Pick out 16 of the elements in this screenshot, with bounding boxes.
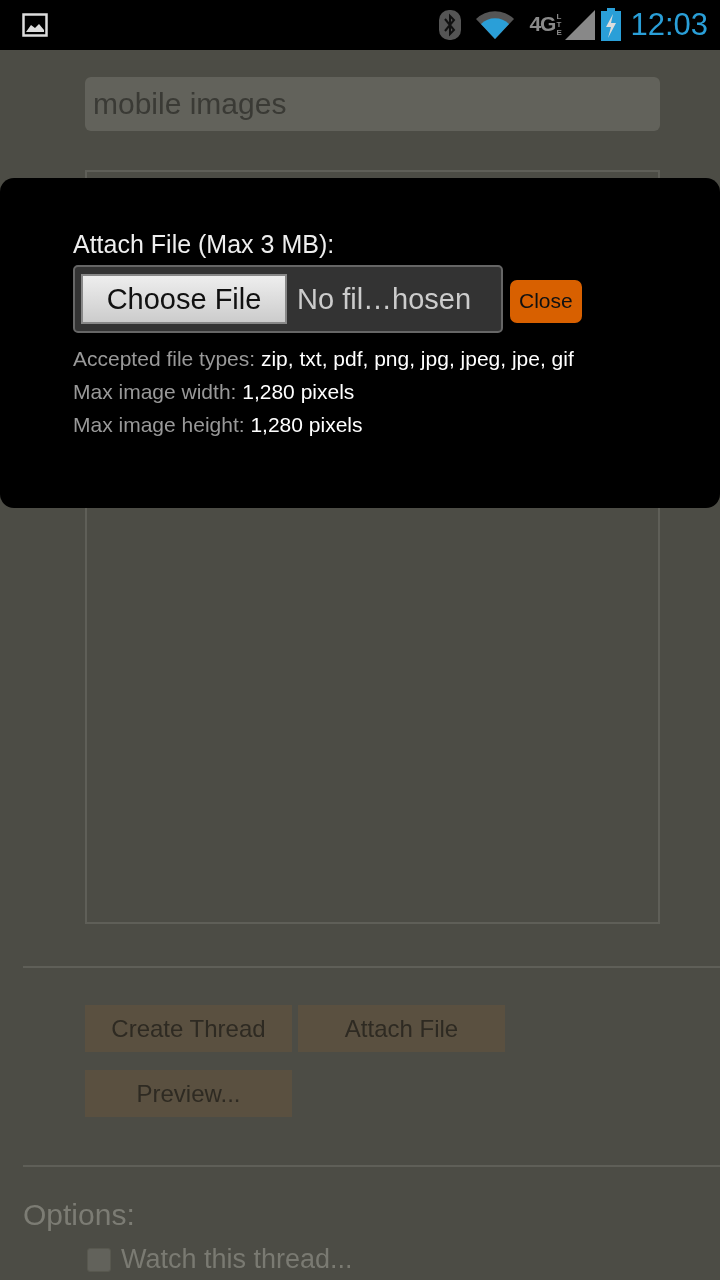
info-line: Accepted file types: zip, txt, pdf, png, jpg, jpeg, jpe, gif [73, 347, 575, 371]
signal-icon [564, 9, 597, 41]
info-line: Max image height: 1,280 pixels [73, 413, 364, 437]
clock: 12:03 [630, 7, 708, 43]
choose-file-button[interactable]: Choose File [81, 274, 287, 324]
battery-icon [600, 8, 623, 42]
bluetooth-icon [439, 10, 462, 40]
info-line: Max image width: 1,280 pixels [73, 380, 356, 404]
attach-heading: Attach File (Max 3 MB): [73, 230, 336, 259]
file-status: No fil…hosen [297, 282, 472, 316]
file-input[interactable]: Choose File No fil…hosen [73, 265, 503, 333]
network-subtype: LTE [556, 13, 563, 37]
network-type: 4G [529, 13, 556, 35]
close-button[interactable]: Close [510, 279, 582, 323]
wifi-icon [475, 10, 516, 40]
picture-icon [22, 13, 48, 37]
